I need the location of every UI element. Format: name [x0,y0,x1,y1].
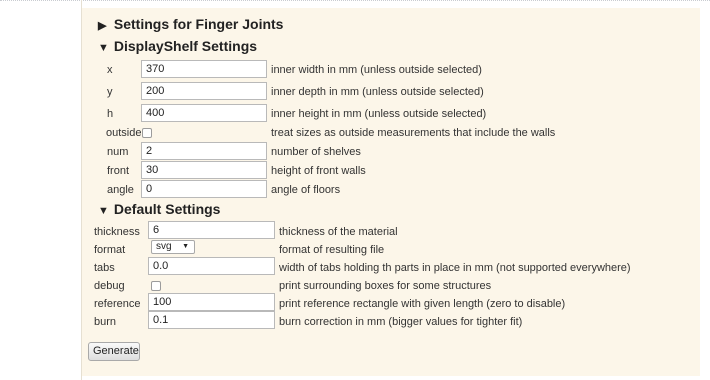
section-finger-joints-title: Settings for Finger Joints [113,16,284,32]
section-displayshelf-header[interactable]: ▼ DisplayShelf Settings [98,38,257,54]
field-front-description: height of front walls [271,165,366,177]
generate-button[interactable]: Generate [88,342,140,361]
field-h-label: h [107,108,114,120]
field-num-description: number of shelves [271,146,361,158]
field-debug-description: print surrounding boxes for some structu… [279,280,492,292]
field-angle-input[interactable] [141,180,267,198]
triangle-down-icon: ▼ [98,205,109,217]
field-debug-checkbox[interactable] [151,281,161,291]
triangle-down-icon: ▼ [98,42,109,54]
field-num-input[interactable] [141,142,267,160]
section-default-title: Default Settings [113,201,221,217]
field-format-select[interactable]: svg ▼ [151,240,195,254]
field-tabs-input[interactable] [148,257,275,275]
field-num-label: num [107,146,129,158]
field-tabs-label: tabs [94,262,115,274]
field-thickness-description: thickness of the material [279,226,398,238]
field-angle-description: angle of floors [271,184,341,196]
field-h-input[interactable] [141,104,267,122]
field-thickness-label: thickness [94,226,140,238]
section-finger-joints-header[interactable]: ▶ Settings for Finger Joints [98,16,283,32]
field-x-input[interactable] [141,60,267,78]
field-y-label: y [107,86,113,98]
field-front-label: front [107,165,130,177]
field-reference-description: print reference rectangle with given len… [279,298,566,310]
field-y-description: inner depth in mm (unless outside select… [271,86,484,98]
section-default-header[interactable]: ▼ Default Settings [98,201,220,217]
section-displayshelf-title: DisplayShelf Settings [113,38,258,54]
field-outside-checkbox[interactable] [142,128,152,138]
field-format-description: format of resulting file [279,244,385,256]
field-burn-label: burn [94,316,117,328]
field-front-input[interactable] [141,161,267,179]
field-x-description: inner width in mm (unless outside select… [271,64,482,76]
field-angle-label: angle [107,184,134,196]
field-reference-input[interactable] [148,293,275,311]
field-reference-label: reference [94,298,141,310]
field-thickness-input[interactable] [148,221,275,239]
field-x-label: x [107,64,113,76]
field-format-value: svg [156,241,172,252]
field-outside-description: treat sizes as outside measurements that… [271,127,556,139]
top-dotted-border [0,0,710,1]
field-format-label: format [94,244,126,256]
chevron-down-icon: ▼ [182,243,189,250]
field-tabs-description: width of tabs holding th parts in place … [279,262,631,274]
field-burn-description: burn correction in mm (bigger values for… [279,316,523,328]
field-burn-input[interactable] [148,311,275,329]
field-debug-label: debug [94,280,125,292]
field-h-description: inner height in mm (unless outside selec… [271,108,487,120]
triangle-right-icon: ▶ [98,20,107,32]
field-outside-label: outside [106,127,142,139]
field-y-input[interactable] [141,82,267,100]
